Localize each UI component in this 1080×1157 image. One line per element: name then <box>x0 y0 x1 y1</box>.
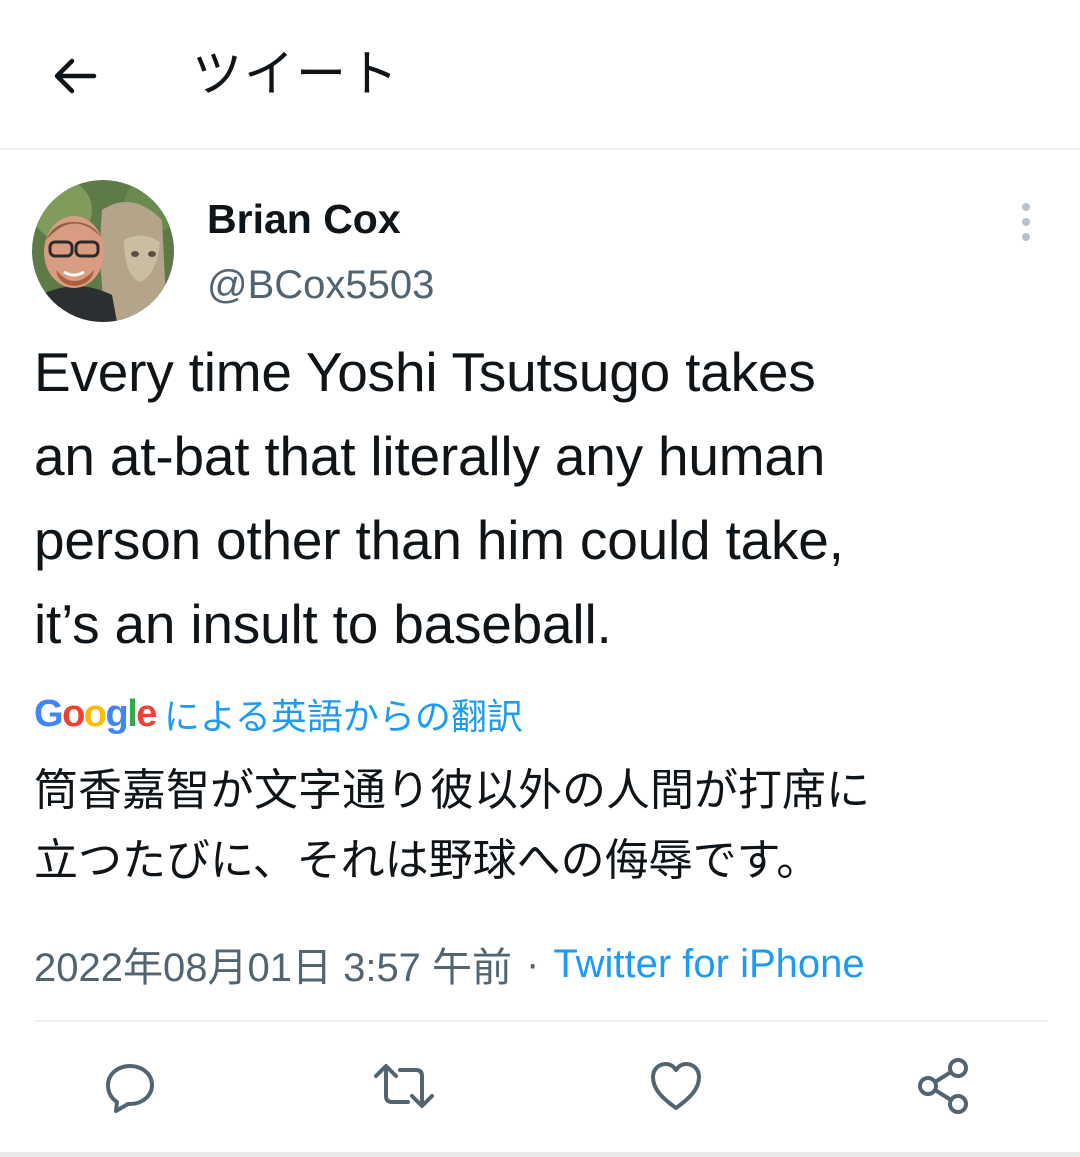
more-vertical-icon-dot <box>1022 203 1030 211</box>
translation-attribution[interactable]: Google による英語からの翻訳 <box>34 686 523 742</box>
like-icon <box>651 1062 701 1110</box>
reply-button[interactable] <box>98 1054 162 1118</box>
author-avatar[interactable] <box>32 180 174 322</box>
translated-tweet-text: 筒香嘉智が文字通り彼以外の人間が打席に 立つたびに、それは野球への侮辱です。 <box>34 765 870 886</box>
tweet-text: Every time Yoshi Tsutsugo takes an at-ba… <box>34 341 844 655</box>
more-vertical-icon-dot <box>1022 233 1030 241</box>
more-vertical-icon-dot <box>1022 218 1030 226</box>
tweet-detail-page: ツイート Brian Cox @BCox5503 Every time Yosh… <box>0 0 1080 1157</box>
google-logo-letter: G <box>34 692 64 735</box>
google-logo-letter: g <box>105 692 129 735</box>
like-button[interactable] <box>644 1054 708 1118</box>
divider <box>34 1020 1048 1022</box>
retweet-button[interactable] <box>372 1054 436 1118</box>
meta-separator: · <box>526 941 540 986</box>
translation-label: による英語からの翻訳 <box>163 697 523 738</box>
tweet-meta: 2022年08月01日 3:57 午前 · Twitter for iPhone <box>34 936 865 992</box>
share-button[interactable] <box>912 1054 976 1118</box>
google-logo-letter: l <box>127 692 138 735</box>
back-button[interactable] <box>44 46 104 106</box>
retweet-icon <box>374 1064 434 1108</box>
google-logo-letter: o <box>83 692 107 735</box>
reply-icon <box>106 1064 154 1113</box>
bottom-border <box>0 1152 1080 1157</box>
tweet-source-link[interactable]: Twitter for iPhone <box>553 942 864 987</box>
more-options-button[interactable] <box>1006 198 1046 246</box>
top-bar: ツイート <box>0 0 1080 150</box>
author-name[interactable]: Brian Cox <box>207 194 401 244</box>
google-logo-letter: e <box>136 692 157 735</box>
avatar-photo <box>32 180 174 322</box>
arrow-left-icon <box>54 58 97 94</box>
share-icon <box>918 1058 968 1114</box>
author-handle[interactable]: @BCox5503 <box>207 260 434 310</box>
google-logo: Google <box>34 692 157 736</box>
tweet-timestamp[interactable]: 2022年08月01日 3:57 午前 <box>34 935 512 993</box>
google-logo-letter: o <box>62 692 85 735</box>
page-title: ツイート <box>192 45 400 103</box>
